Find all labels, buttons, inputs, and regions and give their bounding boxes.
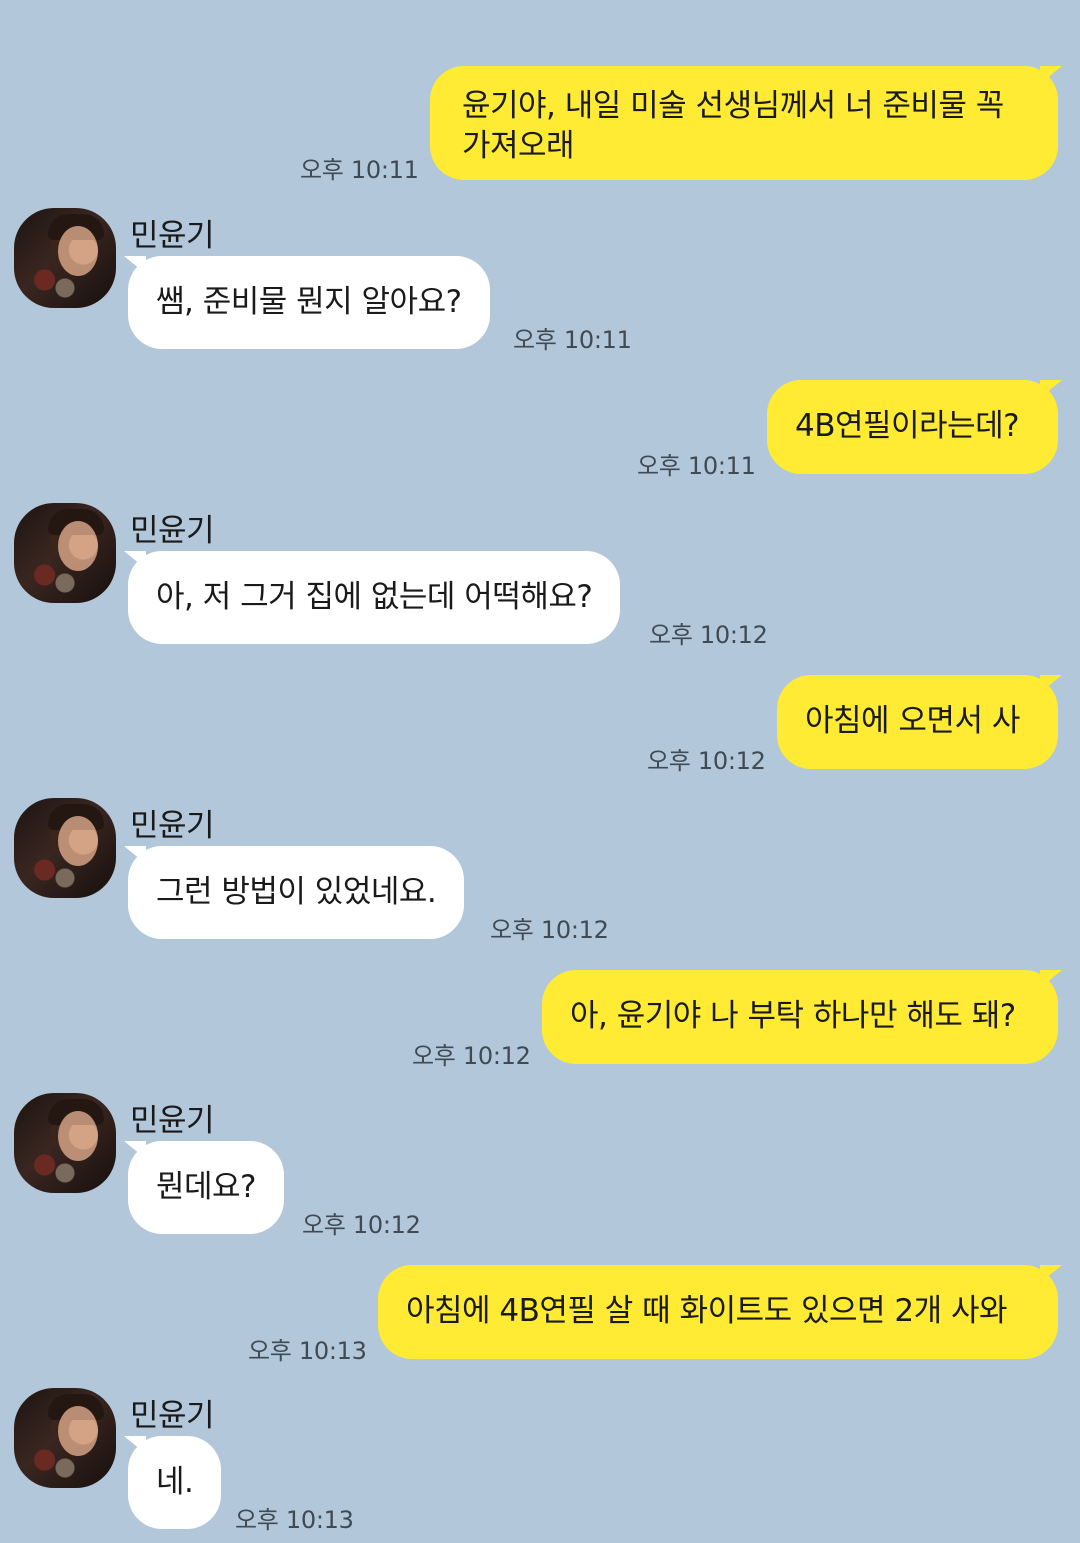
- contact-name: 민윤기: [130, 513, 215, 549]
- contact-name: 민윤기: [130, 1398, 215, 1434]
- contact-avatar[interactable]: [14, 1388, 116, 1488]
- message-time: 오후 10:13: [248, 1337, 367, 1365]
- contact-avatar[interactable]: [14, 798, 116, 898]
- message-text: 아, 저 그거 집에 없는데 어떡해요?: [156, 579, 593, 615]
- their-message-bubble[interactable]: 뭔데요?: [128, 1141, 285, 1234]
- contact-avatar[interactable]: [14, 208, 116, 308]
- message-text: 4B연필이라는데?: [795, 408, 1020, 444]
- contact-avatar[interactable]: [14, 503, 116, 603]
- their-message-bubble[interactable]: 쌤, 준비물 뭔지 알아요?: [128, 256, 490, 349]
- bubble-tail: [1040, 380, 1062, 398]
- message-text: 네.: [156, 1464, 194, 1500]
- message-time: 오후 10:13: [235, 1506, 354, 1534]
- message-time: 오후 10:11: [300, 156, 419, 184]
- their-message-bubble[interactable]: 아, 저 그거 집에 없는데 어떡해요?: [128, 551, 621, 644]
- contact-name: 민윤기: [130, 1103, 215, 1139]
- bubble-tail: [1040, 675, 1062, 693]
- message-time: 오후 10:12: [412, 1042, 531, 1070]
- bubble-tail: [1040, 1265, 1062, 1283]
- my-message-bubble[interactable]: 4B연필이라는데?: [767, 380, 1058, 474]
- message-text: 아침에 4B연필 살 때 화이트도 있으면 2개 사와: [406, 1293, 1008, 1329]
- message-time: 오후 10:11: [513, 326, 632, 354]
- bubble-tail: [1040, 66, 1062, 84]
- my-message-bubble[interactable]: 윤기야, 내일 미술 선생님께서 너 준비물 꼭 가져오래: [430, 66, 1058, 180]
- message-time: 오후 10:12: [302, 1211, 421, 1239]
- bubble-tail: [1040, 970, 1062, 988]
- contact-avatar[interactable]: [14, 1093, 116, 1193]
- their-message-bubble[interactable]: 그런 방법이 있었네요.: [128, 846, 465, 939]
- message-text: 아침에 오면서 사: [805, 703, 1020, 739]
- message-text: 뭔데요?: [156, 1169, 257, 1205]
- message-text: 그런 방법이 있었네요.: [156, 874, 437, 910]
- contact-name: 민윤기: [130, 808, 215, 844]
- message-text: 아, 윤기야 나 부탁 하나만 해도 돼?: [570, 998, 1016, 1034]
- message-time: 오후 10:11: [637, 452, 756, 480]
- message-time: 오후 10:12: [647, 747, 766, 775]
- message-text-line: 가져오래: [462, 128, 575, 164]
- message-time: 오후 10:12: [649, 621, 768, 649]
- my-message-bubble[interactable]: 아침에 4B연필 살 때 화이트도 있으면 2개 사와: [378, 1265, 1058, 1359]
- my-message-bubble[interactable]: 아침에 오면서 사: [777, 675, 1058, 769]
- message-time: 오후 10:12: [490, 916, 609, 944]
- message-text: 쌤, 준비물 뭔지 알아요?: [156, 284, 462, 320]
- my-message-bubble[interactable]: 아, 윤기야 나 부탁 하나만 해도 돼?: [542, 970, 1058, 1064]
- contact-name: 민윤기: [130, 218, 215, 254]
- message-text-line: 윤기야, 내일 미술 선생님께서 너 준비물 꼭: [462, 88, 1004, 124]
- their-message-bubble[interactable]: 네.: [128, 1436, 222, 1529]
